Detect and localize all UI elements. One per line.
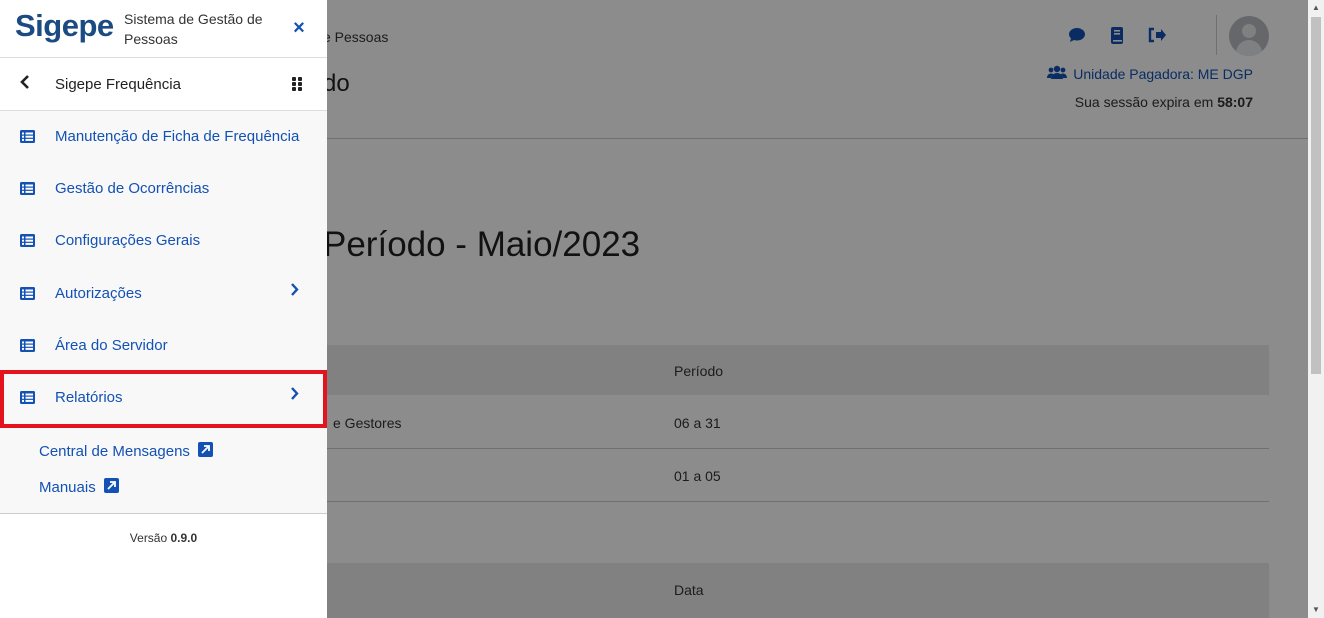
scroll-thumb[interactable] — [1311, 17, 1321, 374]
external-link-icon — [197, 442, 213, 461]
scroll-up-arrow[interactable]: ▲ — [1308, 0, 1324, 16]
logo-subtitle: Sistema de Gestão de Pessoas — [124, 11, 263, 47]
drawer-header: Sigepe Sistema de Gestão de Pessoas × — [0, 0, 327, 58]
version-prefix: Versão — [129, 531, 168, 545]
menu-item-relatorios[interactable]: Relatórios — [0, 372, 327, 424]
menu-item-label: Área do Servidor — [55, 337, 168, 354]
link-manuais[interactable]: Manuais — [39, 478, 119, 497]
menu-item-configuracoes-gerais[interactable]: Configurações Gerais — [0, 215, 327, 267]
version-number: 0.9.0 — [170, 531, 198, 545]
version-info: Versão 0.9.0 — [0, 531, 327, 545]
chevron-right-icon[interactable] — [290, 283, 299, 301]
menu-item-label: Manutenção de Ficha de Frequência — [55, 128, 300, 145]
drawer-footer — [0, 514, 327, 618]
module-title: Sigepe Frequência — [55, 76, 181, 93]
list-icon — [20, 391, 35, 404]
menu-item-label: Relatórios — [55, 389, 123, 406]
list-icon — [20, 339, 35, 352]
menu-item-ficha-frequencia[interactable]: Manutenção de Ficha de Frequência — [0, 111, 327, 163]
list-icon — [20, 130, 35, 143]
menu-item-label: Gestão de Ocorrências — [55, 180, 210, 197]
link-central-mensagens[interactable]: Central de Mensagens — [39, 442, 213, 461]
sigepe-logo[interactable]: Sigepe — [15, 8, 114, 44]
list-icon — [20, 234, 35, 247]
scrollbar[interactable]: ▲ ▼ — [1308, 0, 1324, 618]
menu-item-area-servidor[interactable]: Área do Servidor — [0, 320, 327, 372]
link-label: Manuais — [39, 479, 96, 496]
list-icon — [20, 182, 35, 195]
menu-item-gestao-ocorrencias[interactable]: Gestão de Ocorrências — [0, 163, 327, 215]
module-header[interactable]: Sigepe Frequência — [0, 58, 327, 111]
list-icon — [20, 287, 35, 300]
link-label: Central de Mensagens — [39, 443, 190, 460]
scroll-down-arrow[interactable]: ▼ — [1308, 602, 1324, 618]
chevron-right-icon[interactable] — [290, 387, 299, 405]
menu-item-autorizacoes[interactable]: Autorizações — [0, 268, 327, 320]
close-icon[interactable]: × — [288, 17, 310, 39]
drawer-divider — [0, 513, 327, 514]
external-link-icon — [103, 478, 119, 497]
menu-item-label: Autorizações — [55, 285, 142, 302]
chevron-left-icon[interactable] — [20, 75, 36, 93]
apps-grid-icon[interactable] — [292, 77, 304, 91]
side-drawer: Sigepe Sistema de Gestão de Pessoas × Si… — [0, 0, 327, 618]
menu-item-label: Configurações Gerais — [55, 232, 201, 249]
